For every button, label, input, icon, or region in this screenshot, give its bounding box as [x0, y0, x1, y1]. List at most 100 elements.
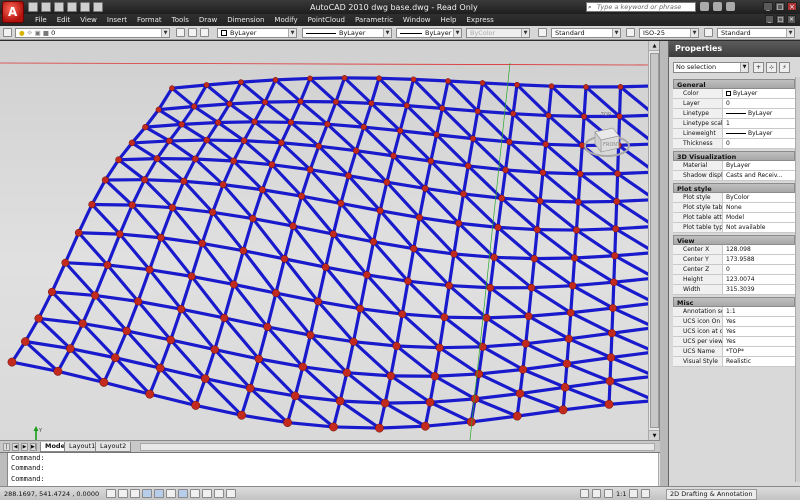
mesh-member[interactable] [481, 342, 528, 349]
mesh-member[interactable] [447, 252, 456, 288]
dim-style-dropdown[interactable]: ISO-25 ▼ [639, 28, 699, 38]
mesh-member[interactable] [452, 221, 461, 256]
mesh-member[interactable] [535, 228, 577, 260]
mesh-member[interactable] [442, 315, 485, 349]
mesh-member[interactable] [567, 337, 613, 360]
mesh-node[interactable] [47, 287, 57, 296]
mesh-member[interactable] [227, 100, 267, 106]
mesh-member[interactable] [231, 139, 246, 163]
mesh-member[interactable] [192, 102, 232, 109]
dynamic-ucs-icon[interactable] [190, 489, 200, 498]
mesh-node[interactable] [533, 226, 541, 234]
mesh-member[interactable] [484, 286, 492, 320]
mesh-member[interactable] [428, 397, 477, 404]
mesh-member[interactable] [507, 140, 545, 175]
doc-restore-button[interactable]: □ [776, 15, 785, 24]
mesh-node[interactable] [374, 423, 384, 433]
mesh-member[interactable] [571, 256, 577, 288]
tab-layout2[interactable]: Layout2 [95, 442, 132, 452]
mesh-member[interactable] [433, 374, 477, 401]
mesh-member[interactable] [466, 164, 504, 200]
mesh-member[interactable] [105, 232, 122, 267]
mesh-node[interactable] [368, 100, 375, 107]
property-row[interactable]: Material ByLayer [673, 161, 795, 171]
mesh-member[interactable] [613, 227, 618, 258]
mesh-member[interactable] [406, 247, 416, 283]
mesh-member[interactable] [241, 216, 255, 253]
undo-icon[interactable] [80, 2, 90, 12]
mesh-member[interactable] [301, 333, 313, 369]
mesh-member[interactable] [300, 168, 312, 198]
mesh-member[interactable] [369, 76, 381, 105]
property-value[interactable]: 1:1 [723, 307, 795, 316]
mesh-member[interactable] [159, 206, 175, 240]
3d-object-snap-icon[interactable] [166, 489, 176, 498]
mesh-member[interactable] [339, 174, 351, 205]
mesh-member[interactable] [289, 120, 329, 126]
mesh-member[interactable] [394, 312, 404, 348]
property-value[interactable]: 123.0074 [723, 275, 795, 284]
property-value[interactable]: 0 [723, 139, 795, 148]
mesh-node[interactable] [153, 155, 161, 163]
mesh-node[interactable] [607, 329, 616, 338]
mesh-member[interactable] [492, 255, 536, 261]
property-row[interactable]: Width 315.3039 [673, 285, 795, 295]
mesh-member[interactable] [572, 228, 579, 260]
mesh-member[interactable] [204, 80, 243, 87]
mesh-member[interactable] [279, 120, 293, 145]
mesh-member[interactable] [569, 284, 575, 315]
mesh-member[interactable] [338, 399, 387, 405]
mesh-node[interactable] [337, 199, 345, 207]
mesh-node[interactable] [290, 391, 300, 401]
mesh-node[interactable] [191, 400, 201, 410]
mesh-node[interactable] [332, 98, 339, 105]
mesh-node[interactable] [606, 353, 616, 362]
mesh-node[interactable] [314, 297, 322, 306]
mesh-member[interactable] [351, 340, 393, 378]
mesh-node[interactable] [122, 326, 131, 336]
mesh-node[interactable] [410, 245, 418, 253]
mesh-member[interactable] [578, 143, 584, 176]
mesh-node[interactable] [239, 246, 248, 255]
mesh-member[interactable] [527, 314, 571, 341]
property-row[interactable]: UCS icon On Yes [673, 317, 795, 327]
mesh-member[interactable] [369, 101, 409, 108]
mesh-node[interactable] [421, 185, 429, 192]
mesh-member[interactable] [182, 179, 215, 214]
mesh-node[interactable] [254, 354, 263, 364]
mesh-member[interactable] [157, 86, 174, 112]
mesh-member[interactable] [511, 112, 548, 146]
mesh-member[interactable] [412, 215, 422, 251]
mesh-member[interactable] [400, 312, 442, 350]
mesh-member[interactable] [488, 286, 531, 318]
mesh-node[interactable] [219, 181, 227, 189]
mesh-node[interactable] [360, 123, 367, 131]
mesh-member[interactable] [547, 113, 584, 148]
mesh-member[interactable] [511, 112, 551, 118]
mesh-member[interactable] [544, 113, 551, 146]
object-snap-icon[interactable] [154, 489, 164, 498]
mesh-node[interactable] [613, 198, 621, 205]
mesh-member[interactable] [377, 76, 416, 81]
mesh-member[interactable] [571, 280, 616, 288]
mesh-member[interactable] [423, 159, 433, 191]
mesh-member[interactable] [239, 80, 267, 104]
doc-close-button[interactable]: × [787, 15, 796, 24]
mesh-node[interactable] [321, 263, 330, 271]
mesh-node[interactable] [178, 121, 185, 128]
menu-item-edit[interactable]: Edit [52, 15, 76, 25]
pan-icon[interactable] [604, 489, 613, 498]
mesh-member[interactable] [567, 331, 614, 341]
mesh-member[interactable] [447, 283, 489, 320]
mesh-node[interactable] [128, 201, 136, 209]
quick-properties-icon[interactable] [226, 489, 236, 498]
mesh-member[interactable] [263, 99, 303, 104]
mesh-member[interactable] [438, 315, 447, 350]
mesh-node[interactable] [88, 200, 96, 209]
mesh-node[interactable] [386, 371, 396, 381]
mesh-member[interactable] [200, 210, 215, 246]
command-window-grip[interactable] [0, 453, 8, 487]
mesh-member[interactable] [291, 194, 304, 228]
layer-properties-icon[interactable] [3, 28, 12, 37]
mesh-member[interactable] [358, 273, 369, 311]
